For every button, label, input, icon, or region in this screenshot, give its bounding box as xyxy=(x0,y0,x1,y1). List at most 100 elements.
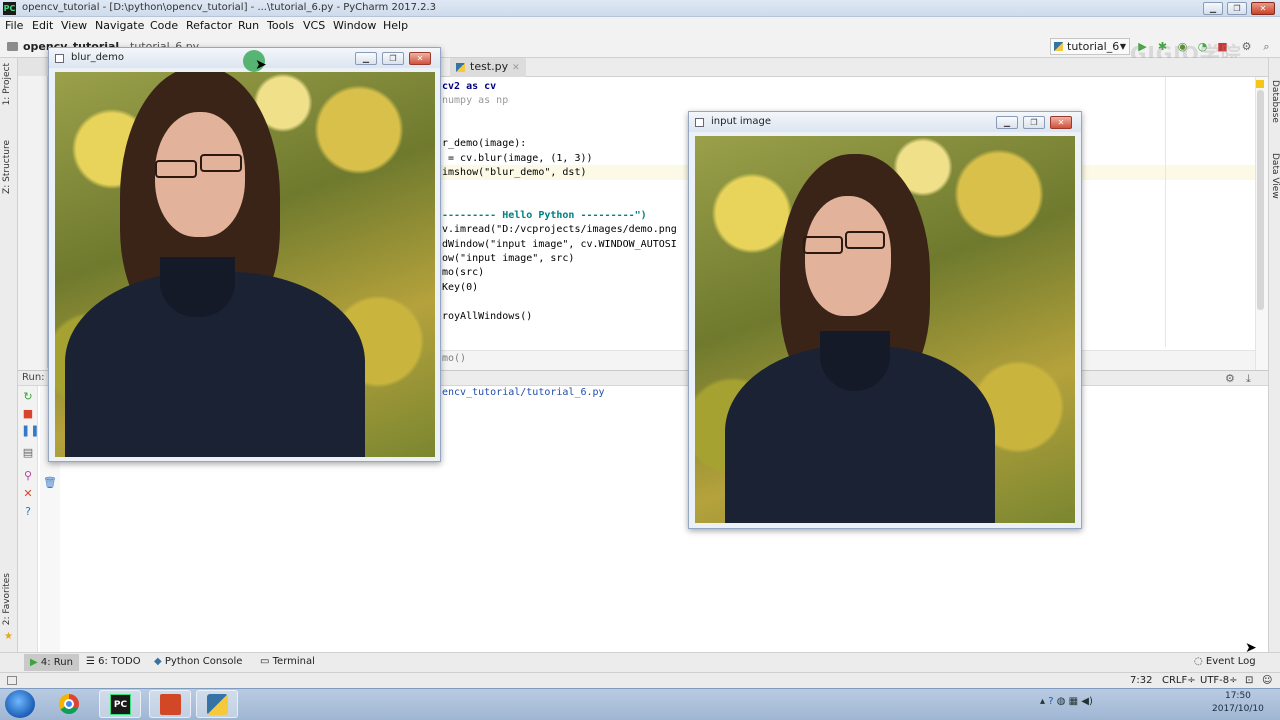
help-icon[interactable]: ? xyxy=(21,505,35,519)
editor-tab-bar: test.py ✕ xyxy=(440,58,1268,77)
tray-volume-icon[interactable]: ◀) xyxy=(1081,696,1093,707)
code-line: --------- Hello Python ---------") xyxy=(442,210,647,221)
menu-file[interactable]: File xyxy=(5,19,23,32)
dump-threads-icon[interactable]: ▤ xyxy=(21,446,35,460)
tab-python-console[interactable]: ◆ Python Console xyxy=(154,656,242,667)
code-line: imshow("blur_demo", dst) xyxy=(442,167,587,178)
minimize-button[interactable]: ▁ xyxy=(1203,2,1223,15)
clock-time: 17:50 xyxy=(1224,691,1251,701)
pin-tab-icon[interactable]: ⚲ xyxy=(21,469,35,483)
status-toggle-icon[interactable] xyxy=(7,676,17,685)
sdk-settings-icon[interactable]: ⚙ xyxy=(1240,40,1253,53)
tray-help-icon[interactable]: ? xyxy=(1048,696,1053,707)
favorites-tool-tab[interactable]: 2: Favorites xyxy=(2,573,12,625)
minimize-button[interactable]: ▁ xyxy=(355,52,377,65)
menu-refactor[interactable]: Refactor xyxy=(186,19,232,32)
menu-view[interactable]: View xyxy=(61,19,87,32)
menu-code[interactable]: Code xyxy=(150,19,178,32)
window-title: blur_demo xyxy=(71,52,124,63)
start-button[interactable] xyxy=(5,690,35,718)
maximize-button[interactable]: ❐ xyxy=(1227,2,1247,15)
maximize-button[interactable]: ❐ xyxy=(1023,116,1045,129)
tray-security-icon[interactable]: ◍ xyxy=(1057,696,1066,707)
line-separator[interactable]: CRLF÷ xyxy=(1162,675,1196,686)
close-button[interactable]: ✕ xyxy=(1050,116,1072,129)
menu-help[interactable]: Help xyxy=(383,19,408,32)
run-config-label: tutorial_6 xyxy=(1067,40,1120,53)
window-title: input image xyxy=(711,116,772,127)
tab-todo[interactable]: ☰ 6: TODO xyxy=(86,656,141,667)
menu-bar: File Edit View Navigate Code Refactor Ru… xyxy=(0,17,1280,36)
data-view-tool-tab[interactable]: Data View xyxy=(1270,153,1280,199)
menu-edit[interactable]: Edit xyxy=(32,19,53,32)
clock-date: 2017/10/10 xyxy=(1212,704,1264,714)
project-tool-tab[interactable]: 1: Project xyxy=(2,63,12,105)
right-tool-strip: Database Data View xyxy=(1268,58,1280,652)
minimize-button[interactable]: ▁ xyxy=(996,116,1018,129)
close-button[interactable]: ✕ xyxy=(1251,2,1275,15)
status-bar: 7:32 CRLF÷ UTF-8÷ ⊡ ☺ xyxy=(0,672,1280,688)
pause-icon[interactable]: ❚❚ xyxy=(21,424,39,438)
close-tab-icon[interactable]: ✕ xyxy=(512,63,520,73)
star-icon: ★ xyxy=(4,631,13,642)
python-console-icon: ◆ xyxy=(154,656,162,667)
editor-scrollbar-thumb[interactable] xyxy=(1257,90,1264,310)
blurred-photo xyxy=(55,72,435,457)
file-encoding[interactable]: UTF-8÷ xyxy=(1200,675,1238,686)
tab-test-py[interactable]: test.py ✕ xyxy=(450,58,526,77)
tray-arrow-icon[interactable]: ▴ xyxy=(1040,696,1045,707)
code-line: = cv.blur(image, (1, 3)) xyxy=(442,153,593,164)
menu-navigate[interactable]: Navigate xyxy=(95,19,144,32)
terminal-icon: ▭ xyxy=(260,656,270,667)
menu-tools[interactable]: Tools xyxy=(267,19,294,32)
tray-network-icon[interactable]: ▦ xyxy=(1069,696,1078,707)
input-image-window[interactable]: input image ▁ ❐ ✕ xyxy=(688,111,1082,529)
blur-demo-window[interactable]: blur_demo ▁ ❐ ✕ xyxy=(48,47,441,462)
run-tab-icon: ▶ xyxy=(30,657,38,668)
chrome-icon xyxy=(59,694,79,714)
todo-icon: ☰ xyxy=(86,656,95,667)
maximize-button[interactable]: ❐ xyxy=(382,52,404,65)
search-everywhere-icon[interactable]: ⌕ xyxy=(1260,40,1273,53)
gear-icon[interactable]: ⚙ xyxy=(1225,372,1235,385)
tab-run[interactable]: ▶ 4: Run xyxy=(24,654,79,671)
mouse-cursor-icon: ➤ xyxy=(1245,640,1257,656)
stop-icon[interactable]: ■ xyxy=(21,407,35,421)
close-button[interactable]: ✕ xyxy=(409,52,431,65)
code-line: r_demo(image): xyxy=(442,138,527,149)
lock-icon[interactable]: ⊡ xyxy=(1245,675,1253,686)
window-title: opencv_tutorial - [D:\python\opencv_tuto… xyxy=(22,2,437,13)
python-icon xyxy=(1054,42,1063,51)
hide-panel-icon[interactable]: ⤓ xyxy=(1246,372,1251,386)
inspector-icon[interactable]: ☺ xyxy=(1262,675,1272,686)
database-tool-tab[interactable]: Database xyxy=(1270,80,1280,123)
trash-icon[interactable]: 🗑 xyxy=(43,476,57,490)
tab-python-console-label: Python Console xyxy=(164,656,243,667)
close-icon[interactable]: ✕ xyxy=(21,487,35,501)
window-title-bar[interactable]: input image ▁ ❐ ✕ xyxy=(689,112,1081,132)
code-line: numpy as np xyxy=(442,95,509,106)
window-icon xyxy=(695,118,704,127)
project-panel xyxy=(18,58,48,368)
code-line: v.imread("D:/vcprojects/images/demo.png xyxy=(442,224,677,235)
menu-vcs[interactable]: VCS xyxy=(303,19,325,32)
mouse-cursor-icon: ➤ xyxy=(255,57,267,73)
python-file-icon xyxy=(456,63,465,72)
tab-label: test.py xyxy=(470,60,509,73)
menu-window[interactable]: Window xyxy=(333,19,376,32)
inspection-warning-marker[interactable] xyxy=(1256,80,1264,88)
rerun-icon[interactable]: ↻ xyxy=(21,390,35,404)
code-line: Key(0) xyxy=(442,282,479,293)
python-icon xyxy=(207,694,228,715)
title-bar: PC opencv_tutorial - [D:\python\opencv_t… xyxy=(0,0,1280,17)
run-output-text: encv_tutorial/tutorial_6.py xyxy=(442,387,605,398)
taskbar-clock[interactable]: 17:50 2017/10/10 xyxy=(1212,690,1264,716)
code-line: dWindow("input image", cv.WINDOW_AUTOSI xyxy=(442,239,677,250)
structure-tool-tab[interactable]: Z: Structure xyxy=(2,140,12,194)
powerpoint-icon xyxy=(160,694,181,715)
caret-position[interactable]: 7:32 xyxy=(1130,675,1152,686)
tab-event-log[interactable]: ◌ Event Log xyxy=(1194,656,1256,667)
tab-terminal[interactable]: ▭ Terminal xyxy=(260,656,315,667)
run-configuration-select[interactable]: tutorial_6 ▼ xyxy=(1050,38,1130,55)
menu-run[interactable]: Run xyxy=(238,19,259,32)
